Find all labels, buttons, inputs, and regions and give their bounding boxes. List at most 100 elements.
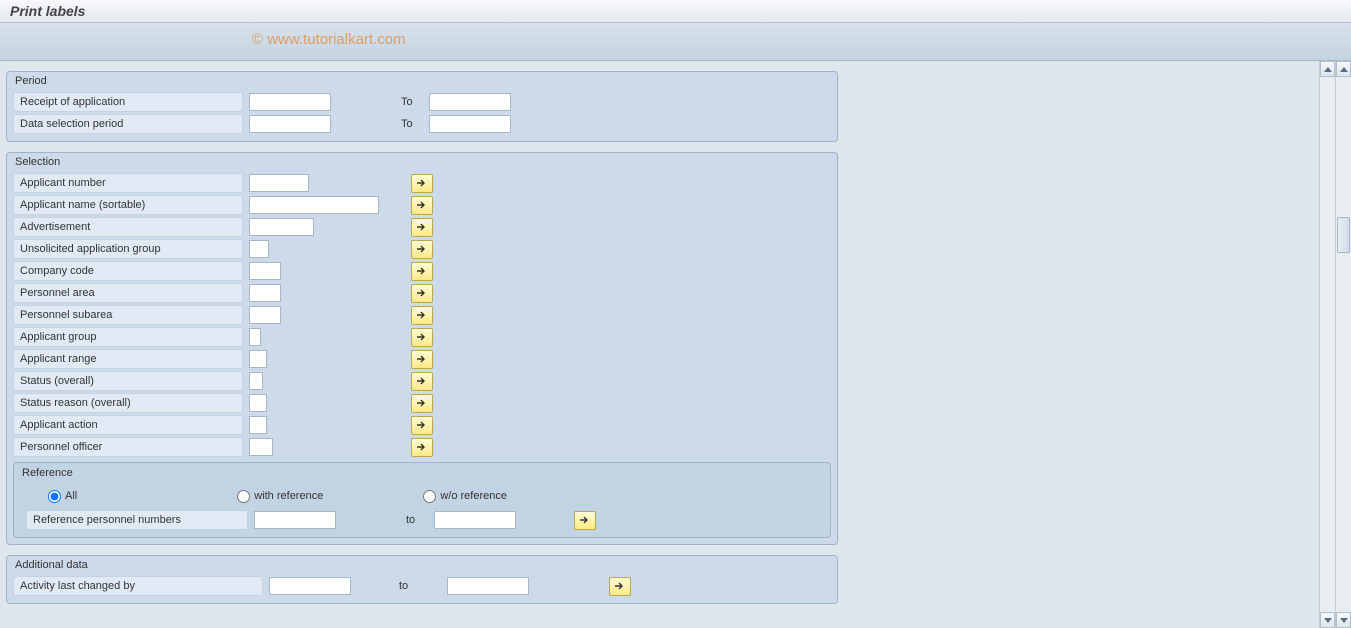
label-company-code: Company code — [13, 261, 243, 281]
label-applicant-range: Applicant range — [13, 349, 243, 369]
multiselect-button-status-overall[interactable] — [411, 372, 433, 391]
input-ref-pn-from[interactable] — [254, 511, 336, 529]
input-personnel-area[interactable] — [249, 284, 281, 302]
label-data-selection-period: Data selection period — [13, 114, 243, 134]
subgroup-reference-title: Reference — [14, 463, 830, 483]
row-applicant-action: Applicant action — [13, 414, 831, 436]
row-applicant-number: Applicant number — [13, 172, 831, 194]
input-receipt-to[interactable] — [429, 93, 511, 111]
radio-reference-all-input[interactable] — [48, 490, 61, 503]
scrollbar-grip[interactable] — [1337, 217, 1350, 253]
input-personnel-officer[interactable] — [249, 438, 273, 456]
row-company-code: Company code — [13, 260, 831, 282]
input-applicant-number[interactable] — [249, 174, 309, 192]
label-applicant-action: Applicant action — [13, 415, 243, 435]
label-applicant-name-sortable: Applicant name (sortable) — [13, 195, 243, 215]
multiselect-button-applicant-name-sortable[interactable] — [411, 196, 433, 215]
radio-reference-with-input[interactable] — [237, 490, 250, 503]
input-applicant-range[interactable] — [249, 350, 267, 368]
label-activity-last-changed-by: Activity last changed by — [13, 576, 263, 596]
multiselect-button-applicant-action[interactable] — [411, 416, 433, 435]
group-selection: Selection Applicant numberApplicant name… — [6, 152, 838, 545]
input-activity-to[interactable] — [447, 577, 529, 595]
multiselect-button-activity[interactable] — [609, 577, 631, 596]
input-status-reason-overall[interactable] — [249, 394, 267, 412]
radio-reference-all[interactable]: All — [48, 490, 77, 503]
input-advertisement[interactable] — [249, 218, 314, 236]
label-personnel-area: Personnel area — [13, 283, 243, 303]
group-additional-title: Additional data — [7, 556, 837, 575]
input-personnel-subarea[interactable] — [249, 306, 281, 324]
radio-reference-without-input[interactable] — [423, 490, 436, 503]
group-additional-data: Additional data Activity last changed by… — [6, 555, 838, 604]
label-receipt-of-application: Receipt of application — [13, 92, 243, 112]
label-to-1: To — [401, 96, 423, 108]
row-applicant-group: Applicant group — [13, 326, 831, 348]
multiselect-button-applicant-group[interactable] — [411, 328, 433, 347]
label-status-overall: Status (overall) — [13, 371, 243, 391]
input-applicant-name-sortable[interactable] — [249, 196, 379, 214]
row-activity-last-changed-by: Activity last changed by to — [13, 575, 831, 597]
input-data-sel-from[interactable] — [249, 115, 331, 133]
radio-row-reference: All with reference w/o reference — [26, 485, 818, 507]
row-advertisement: Advertisement — [13, 216, 831, 238]
scrollbar-inner[interactable] — [1335, 61, 1351, 628]
radio-reference-without[interactable]: w/o reference — [423, 490, 507, 503]
scrollbar-outer[interactable] — [1319, 61, 1335, 628]
input-activity-from[interactable] — [269, 577, 351, 595]
radio-reference-with[interactable]: with reference — [237, 490, 323, 503]
input-applicant-action[interactable] — [249, 416, 267, 434]
page-title-text: Print labels — [10, 3, 85, 19]
scrollbar-track[interactable] — [1336, 77, 1351, 612]
label-personnel-officer: Personnel officer — [13, 437, 243, 457]
input-unsolicited-application-group[interactable] — [249, 240, 269, 258]
input-status-overall[interactable] — [249, 372, 263, 390]
row-reference-personnel-numbers: Reference personnel numbers to — [26, 509, 818, 531]
input-ref-pn-to[interactable] — [434, 511, 516, 529]
label-ref-to: to — [406, 514, 428, 526]
label-to-2: To — [401, 118, 423, 130]
radio-reference-with-label: with reference — [254, 490, 323, 502]
multiselect-button-advertisement[interactable] — [411, 218, 433, 237]
multiselect-button-personnel-area[interactable] — [411, 284, 433, 303]
group-period: Period Receipt of application To Data se… — [6, 71, 838, 142]
multiselect-button-company-code[interactable] — [411, 262, 433, 281]
row-personnel-area: Personnel area — [13, 282, 831, 304]
label-personnel-subarea: Personnel subarea — [13, 305, 243, 325]
multiselect-button-status-reason-overall[interactable] — [411, 394, 433, 413]
content-region: Period Receipt of application To Data se… — [0, 61, 1351, 628]
multiselect-button-applicant-range[interactable] — [411, 350, 433, 369]
scroll-down-icon[interactable] — [1336, 612, 1351, 628]
label-advertisement: Advertisement — [13, 217, 243, 237]
scroll-up-outer-icon[interactable] — [1320, 61, 1335, 77]
multiselect-button-ref-pn[interactable] — [574, 511, 596, 530]
row-applicant-range: Applicant range — [13, 348, 831, 370]
radio-reference-all-label: All — [65, 490, 77, 502]
row-personnel-subarea: Personnel subarea — [13, 304, 831, 326]
radio-reference-without-label: w/o reference — [440, 490, 507, 502]
toolbar: © www.tutorialkart.com — [0, 23, 1351, 61]
multiselect-button-applicant-number[interactable] — [411, 174, 433, 193]
multiselect-button-personnel-subarea[interactable] — [411, 306, 433, 325]
group-period-title: Period — [7, 72, 837, 91]
label-activity-to: to — [399, 580, 421, 592]
row-applicant-name-sortable: Applicant name (sortable) — [13, 194, 831, 216]
input-data-sel-to[interactable] — [429, 115, 511, 133]
input-applicant-group[interactable] — [249, 328, 261, 346]
input-receipt-from[interactable] — [249, 93, 331, 111]
watermark-text: © www.tutorialkart.com — [252, 31, 406, 48]
row-receipt-of-application: Receipt of application To — [13, 91, 831, 113]
group-selection-title: Selection — [7, 153, 837, 172]
multiselect-button-personnel-officer[interactable] — [411, 438, 433, 457]
scroll-up-icon[interactable] — [1336, 61, 1351, 77]
multiselect-button-unsolicited-application-group[interactable] — [411, 240, 433, 259]
label-applicant-number: Applicant number — [13, 173, 243, 193]
scroll-down-outer-icon[interactable] — [1320, 612, 1335, 628]
row-personnel-officer: Personnel officer — [13, 436, 831, 458]
label-applicant-group: Applicant group — [13, 327, 243, 347]
row-unsolicited-application-group: Unsolicited application group — [13, 238, 831, 260]
label-unsolicited-application-group: Unsolicited application group — [13, 239, 243, 259]
input-company-code[interactable] — [249, 262, 281, 280]
row-status-reason-overall: Status reason (overall) — [13, 392, 831, 414]
row-status-overall: Status (overall) — [13, 370, 831, 392]
